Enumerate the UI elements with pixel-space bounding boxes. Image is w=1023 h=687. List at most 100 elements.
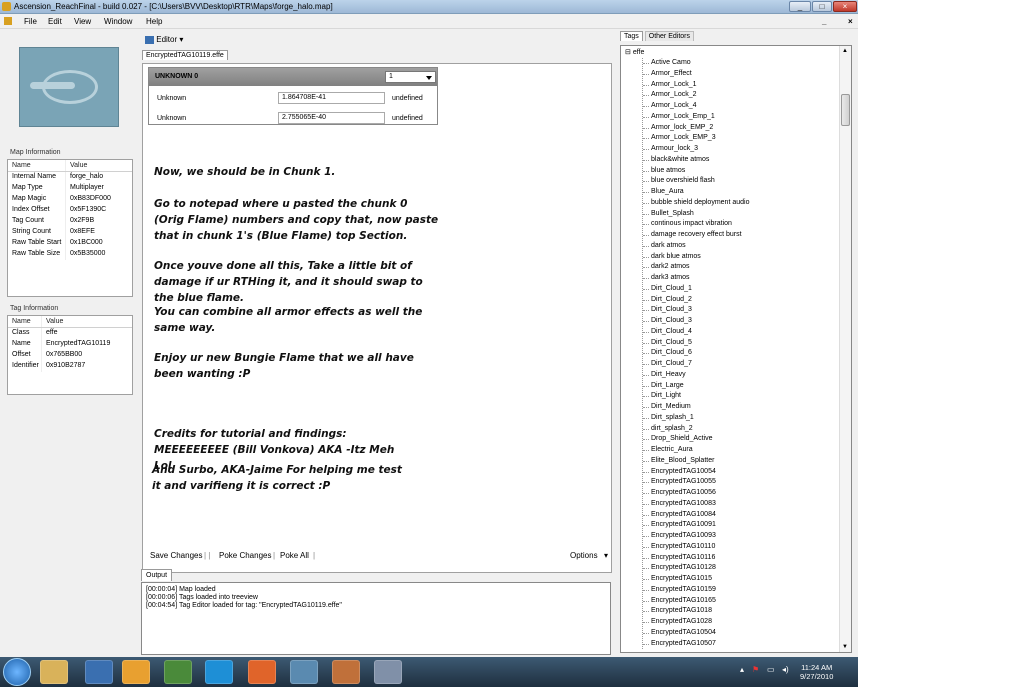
tree-item[interactable]: black&white atmos [643,155,749,166]
tree-item[interactable]: Armor_Lock_1 [643,80,749,91]
poke-changes-button[interactable]: Poke Changes [219,551,271,560]
scroll-thumb[interactable] [841,94,850,126]
tree-item[interactable]: bubble shield deployment audio [643,198,749,209]
tab-tags[interactable]: Tags [620,31,643,41]
volume-icon[interactable]: ◂) [782,665,789,674]
media-player-icon[interactable] [85,660,113,684]
start-button[interactable] [3,658,31,686]
tree-item[interactable]: EncryptedTAG10084 [643,510,749,521]
tray-expand-icon[interactable]: ▴ [740,665,744,674]
options-dropdown[interactable]: Options [570,551,598,560]
table-row[interactable]: Identifier 0x910B2787 [8,361,132,372]
tree-item[interactable]: Armour_lock_3 [643,144,749,155]
chunk-select[interactable]: 1 [385,71,436,83]
table-row[interactable]: Name EncryptedTAG10119 [8,339,132,350]
tree-item[interactable]: damage recovery effect burst [643,230,749,241]
tree-item[interactable]: Dirt_Cloud_2 [643,295,749,306]
table-row[interactable]: Offset 0x765BB00 [8,350,132,361]
tree-item[interactable]: Armor_Lock_4 [643,101,749,112]
tree-item[interactable]: Active Camo [643,58,749,69]
tree-item[interactable]: EncryptedTAG10056 [643,488,749,499]
ascension-taskbar-icon[interactable] [332,660,360,684]
tree-item[interactable]: Dirt_Cloud_4 [643,327,749,338]
tree-item[interactable]: Armor_Lock_2 [643,90,749,101]
app-menu-icon[interactable] [4,17,12,25]
poke-all-button[interactable]: Poke All [280,551,309,560]
tree-item[interactable]: Dirt_splash_1 [643,413,749,424]
tree-item[interactable]: Dirt_Light [643,391,749,402]
tree-item[interactable]: Armor_Lock_Emp_1 [643,112,749,123]
maximize-button[interactable]: □ [812,1,832,12]
tree-item[interactable]: Dirt_Cloud_7 [643,359,749,370]
editor-toolbar[interactable]: Editor ▾ [145,35,183,44]
tree-item[interactable]: EncryptedTAG10165 [643,596,749,607]
menu-window[interactable]: Window [104,17,132,26]
tab-editor-file[interactable]: EncryptedTAG10119.effe [142,50,228,60]
collapse-icon[interactable]: ⊟ [625,49,631,56]
tree-item[interactable]: Armor_lock_EMP_2 [643,123,749,134]
table-row[interactable]: Map Magic 0xB83DF000 [8,194,132,205]
menu-help[interactable]: Help [146,17,162,26]
scroll-down-icon[interactable]: ▼ [842,644,848,650]
tab-output[interactable]: Output [141,569,173,581]
tree-item[interactable]: blue atmos [643,166,749,177]
tree-item[interactable]: EncryptedTAG10083 [643,499,749,510]
tree-item[interactable]: Dirt_Medium [643,402,749,413]
tree-item[interactable]: EncryptedTAG10110 [643,542,749,553]
explorer-icon[interactable] [40,660,68,684]
minimize-button[interactable]: _ [789,1,811,12]
tree-item[interactable]: Electric_Aura [643,445,749,456]
table-row[interactable]: Raw Table Start 0x1BC000 [8,238,132,249]
menu-file[interactable]: File [24,17,37,26]
tree-item[interactable]: Blue_Aura [643,187,749,198]
community-icon[interactable] [164,660,192,684]
tree-item[interactable]: EncryptedTAG10055 [643,477,749,488]
tree-scrollbar[interactable]: ▲ ▼ [839,46,851,652]
aim-icon[interactable] [122,660,150,684]
value-input[interactable]: 1.864708E-41 [278,92,385,104]
table-row[interactable]: Class effe [8,328,132,339]
tree-item[interactable]: EncryptedTAG10116 [643,553,749,564]
save-changes-button[interactable]: Save Changes [150,551,202,560]
table-row[interactable]: Internal Name forge_halo [8,172,132,183]
skype-icon[interactable] [205,660,233,684]
table-row[interactable]: Raw Table Size 0x5B35000 [8,249,132,260]
tree-item[interactable]: dirt_splash_2 [643,424,749,435]
tree-item[interactable]: dark atmos [643,241,749,252]
tree-item[interactable]: Bullet_Splash [643,209,749,220]
tree-item[interactable]: dark2 atmos [643,262,749,273]
tree-item[interactable]: EncryptedTAG1018 [643,606,749,617]
table-row[interactable]: Index Offset 0x5F1390C [8,205,132,216]
tree-item[interactable]: EncryptedTAG10091 [643,520,749,531]
tree-item[interactable]: Armor_Effect [643,69,749,80]
firefox-icon[interactable] [248,660,276,684]
action-center-icon[interactable]: ⚑ [752,665,759,674]
scroll-up-icon[interactable]: ▲ [842,48,848,54]
mdi-minimize-button[interactable]: _ [822,17,826,26]
chevron-down-icon[interactable]: ▾ [604,551,608,560]
menu-edit[interactable]: Edit [48,17,62,26]
tool-icon[interactable] [374,660,402,684]
tree-item[interactable]: EncryptedTAG10159 [643,585,749,596]
tree-item[interactable]: dark3 atmos [643,273,749,284]
tree-item[interactable]: Elite_Blood_Splatter [643,456,749,467]
table-row[interactable]: Tag Count 0x2F9B [8,216,132,227]
tab-other-editors[interactable]: Other Editors [644,31,694,41]
tree-item[interactable]: continous impact vibration [643,219,749,230]
tree-item[interactable]: Dirt_Cloud_3 [643,305,749,316]
tree-item[interactable]: Dirt_Heavy [643,370,749,381]
tree-item[interactable]: EncryptedTAG1028 [643,617,749,628]
clock[interactable]: 11:24 AM 9/27/2010 [800,663,833,681]
network-icon[interactable]: ▭ [767,665,775,674]
menu-view[interactable]: View [74,17,91,26]
close-button[interactable]: × [833,1,857,12]
table-row[interactable]: String Count 0x8EFE [8,227,132,238]
tree-item[interactable]: EncryptedTAG10093 [643,531,749,542]
tree-item[interactable]: EncryptedTAG10507 [643,639,749,650]
tree-item[interactable]: EncryptedTAG10054 [643,467,749,478]
tree-item[interactable]: EncryptedTAG1015 [643,574,749,585]
tree-item[interactable]: Dirt_Cloud_3 [643,316,749,327]
tag-tree[interactable]: ⊟ effe Active Camo Armor_Effect Armor_Lock… [620,45,852,653]
chevron-down-icon[interactable]: ▾ [179,35,183,44]
tree-item[interactable]: Dirt_Cloud_1 [643,284,749,295]
